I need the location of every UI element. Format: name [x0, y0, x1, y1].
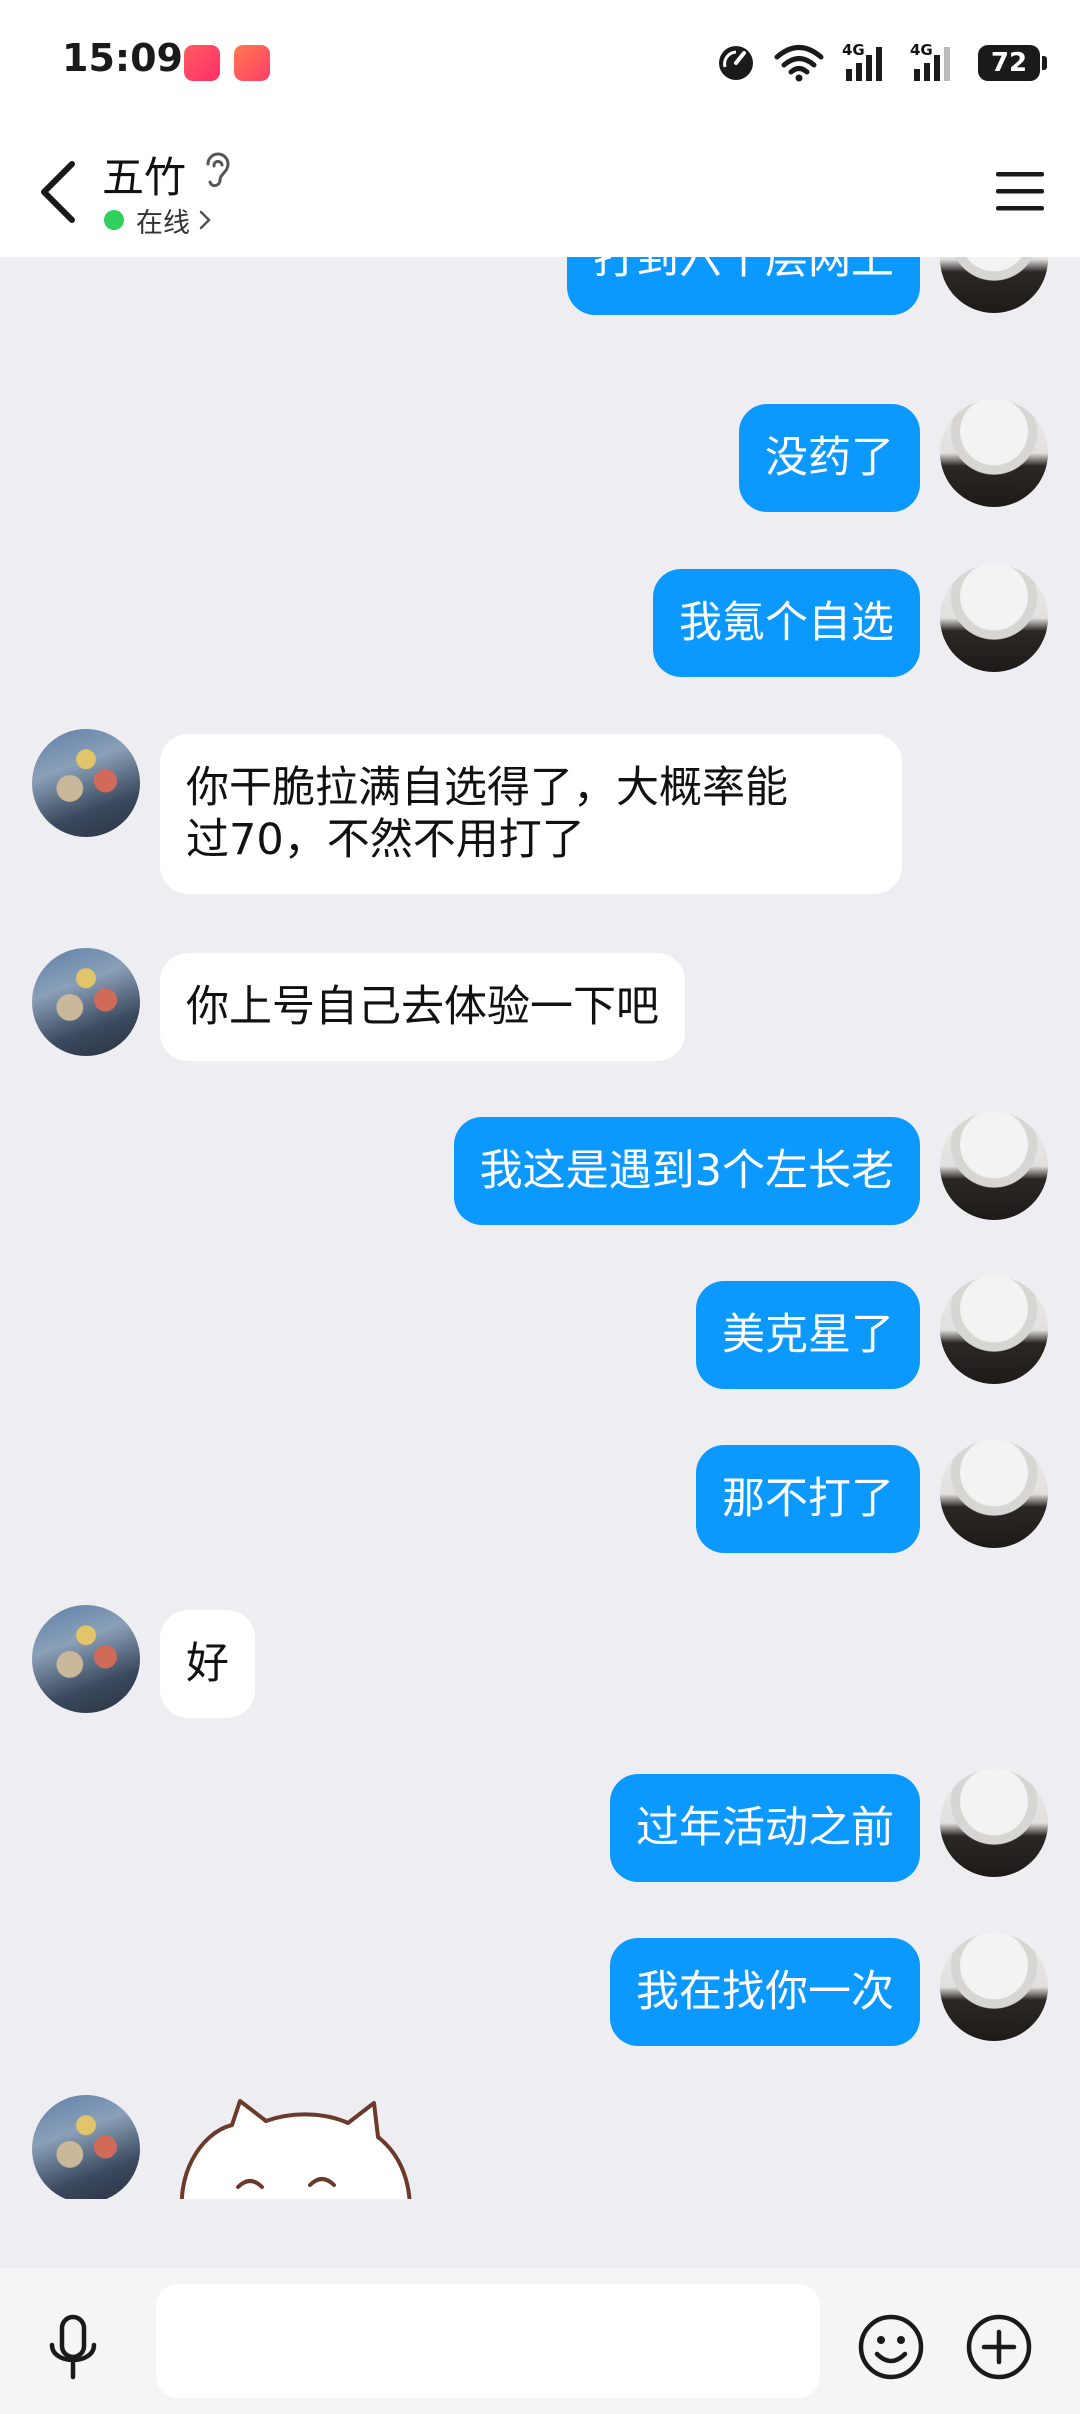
message-bubble[interactable]: 好 — [160, 1610, 255, 1718]
emoji-icon[interactable] — [856, 2312, 926, 2382]
contact-name[interactable]: 五竹 — [102, 144, 186, 205]
message-bubble[interactable]: 没药了 — [739, 404, 920, 512]
data-saver-icon — [719, 46, 753, 80]
contact-avatar[interactable] — [32, 729, 140, 837]
message-bubble[interactable]: 美克星了 — [696, 1281, 920, 1389]
cat-sticker-image[interactable] — [170, 2095, 420, 2199]
online-dot — [104, 210, 124, 230]
chevron-right-icon — [199, 210, 211, 230]
message-line: 过70，不然不用打了 — [186, 815, 585, 865]
back-icon[interactable] — [30, 152, 90, 232]
message-bubble[interactable]: 你上号自己去体验一下吧 — [160, 953, 685, 1061]
message-bubble[interactable]: 那不打了 — [696, 1445, 920, 1553]
input-bar — [0, 2268, 1080, 2414]
voice-icon[interactable] — [44, 2313, 102, 2383]
app-notification-icon — [184, 45, 220, 81]
ear-icon — [206, 152, 230, 188]
my-avatar[interactable] — [940, 1933, 1048, 2041]
message-bubble[interactable]: 我这是遇到3个左长老 — [453, 1117, 920, 1225]
status-bar: 15:09 4G 4G 72 — [0, 0, 1080, 130]
my-avatar[interactable] — [940, 257, 1048, 313]
message-bubble[interactable]: 你干脆拉满自选得了，大概率能 过70，不然不用打了 — [160, 734, 902, 894]
message-bubble[interactable]: 我氪个自选 — [653, 569, 920, 677]
menu-icon[interactable] — [994, 164, 1046, 218]
my-avatar[interactable] — [940, 1440, 1048, 1548]
message-bubble[interactable]: 打到六十层网上 — [567, 257, 920, 315]
status-time: 15:09 — [62, 36, 183, 80]
contact-avatar[interactable] — [32, 948, 140, 1056]
my-avatar[interactable] — [940, 564, 1048, 672]
my-avatar[interactable] — [940, 1769, 1048, 1877]
battery-level: 72 — [990, 48, 1028, 78]
presence-status[interactable]: 在线 — [104, 202, 212, 239]
signal-icon: 4G — [842, 41, 892, 85]
message-list[interactable]: 打到六十层网上 没药了 我氪个自选 你干脆拉满自选得了，大概率能 过70，不然不… — [0, 257, 1080, 2199]
plus-icon[interactable] — [964, 2312, 1034, 2382]
my-avatar[interactable] — [940, 1276, 1048, 1384]
my-avatar[interactable] — [940, 399, 1048, 507]
message-bubble[interactable]: 过年活动之前 — [610, 1774, 920, 1882]
message-input[interactable] — [156, 2284, 820, 2398]
presence-text: 在线 — [136, 207, 190, 239]
message-line: 你干脆拉满自选得了，大概率能 — [186, 763, 788, 813]
battery-icon: 72 — [978, 45, 1047, 81]
wifi-icon — [774, 45, 824, 82]
status-icons: 4G 4G 72 — [716, 38, 1047, 88]
my-avatar[interactable] — [940, 1112, 1048, 1220]
contact-avatar[interactable] — [32, 2095, 140, 2199]
app-notification-icon — [234, 45, 270, 81]
signal-icon: 4G — [910, 41, 960, 85]
chat-header: 五竹 在线 — [0, 130, 1080, 257]
message-bubble[interactable]: 我在找你一次 — [610, 1938, 920, 2046]
contact-avatar[interactable] — [32, 1605, 140, 1713]
